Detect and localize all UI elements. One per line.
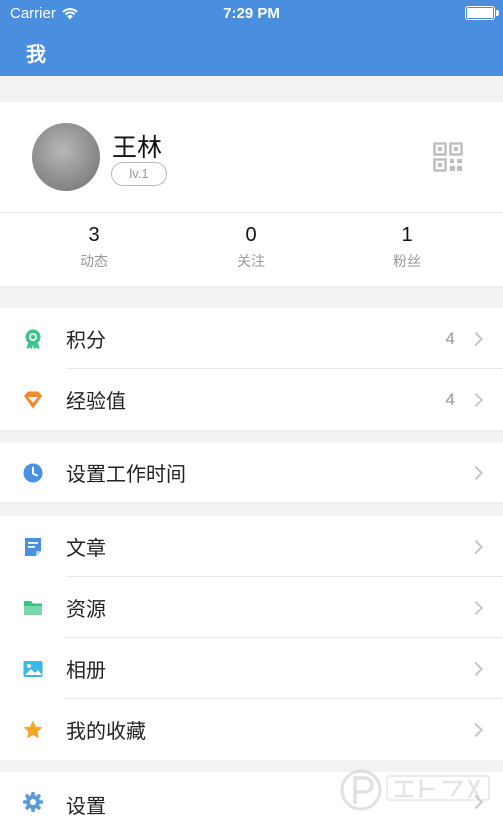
stat-value: 0 [245, 224, 257, 246]
page-title: 我 [26, 44, 46, 66]
stat-followers[interactable]: 1 粉丝 [327, 224, 487, 271]
menu-item-work-time[interactable]: 设置工作时间 [0, 443, 503, 502]
username: 王林 [112, 134, 163, 162]
gear-icon [23, 792, 43, 812]
diamond-icon [24, 391, 42, 408]
stat-label: 关注 [237, 253, 265, 269]
chevron-right-icon [468, 661, 484, 676]
stat-posts[interactable]: 3 动态 [14, 224, 174, 271]
menu-item-label: 设置工作时间 [66, 464, 186, 486]
level-badge: lv.1 [111, 162, 167, 186]
stat-value: 1 [401, 224, 413, 246]
stat-value: 3 [88, 224, 100, 246]
avatar[interactable] [32, 123, 100, 191]
qr-code-icon[interactable] [433, 142, 463, 172]
menu-item-value: 4 [445, 389, 455, 409]
stat-label: 粉丝 [393, 253, 421, 269]
stat-label: 动态 [80, 253, 108, 269]
menu-item-label: 设置 [66, 796, 106, 818]
menu-group-schedule: 设置工作时间 [0, 443, 503, 502]
menu-group-content: 文章 资源 相册 我的收藏 [0, 516, 503, 760]
profile-divider [0, 212, 503, 213]
menu-item-articles[interactable]: 文章 [0, 516, 503, 577]
menu-item-resources[interactable]: 资源 [0, 577, 503, 638]
watermark-logo [340, 769, 490, 811]
status-time: 7:29 PM [223, 5, 280, 22]
menu-item-label: 文章 [66, 538, 106, 560]
menu-item-points[interactable]: 积分 4 [0, 308, 503, 369]
menu-item-label: 资源 [66, 599, 106, 621]
star-icon [23, 720, 43, 738]
chevron-right-icon [468, 600, 484, 615]
clock-icon [23, 463, 43, 482]
medal-icon [25, 329, 41, 349]
status-bar: Carrier 7:29 PM [0, 0, 503, 26]
battery-icon [465, 6, 495, 20]
navigation-bar: Carrier 7:29 PM 我 [0, 0, 503, 76]
menu-item-album[interactable]: 相册 [0, 638, 503, 699]
image-icon [23, 660, 43, 677]
chevron-right-icon [468, 722, 484, 737]
chevron-right-icon [468, 392, 484, 407]
menu-item-label: 相册 [66, 660, 106, 682]
chevron-right-icon [468, 331, 484, 346]
folder-icon [24, 600, 42, 615]
stat-following[interactable]: 0 关注 [171, 224, 331, 271]
menu-group-rewards: 积分 4 经验值 4 [0, 308, 503, 430]
document-icon [25, 537, 41, 556]
chevron-right-icon [468, 465, 484, 480]
menu-item-favorites[interactable]: 我的收藏 [0, 699, 503, 760]
menu-item-label: 我的收藏 [66, 721, 146, 743]
menu-item-experience[interactable]: 经验值 4 [0, 369, 503, 430]
chevron-right-icon [468, 539, 484, 554]
menu-item-label: 积分 [66, 330, 106, 352]
menu-item-value: 4 [445, 328, 455, 348]
menu-item-label: 经验值 [66, 391, 126, 413]
profile-card[interactable]: 王林 lv.1 3 动态 0 关注 1 粉丝 [0, 102, 503, 286]
battery-tip [496, 10, 499, 16]
